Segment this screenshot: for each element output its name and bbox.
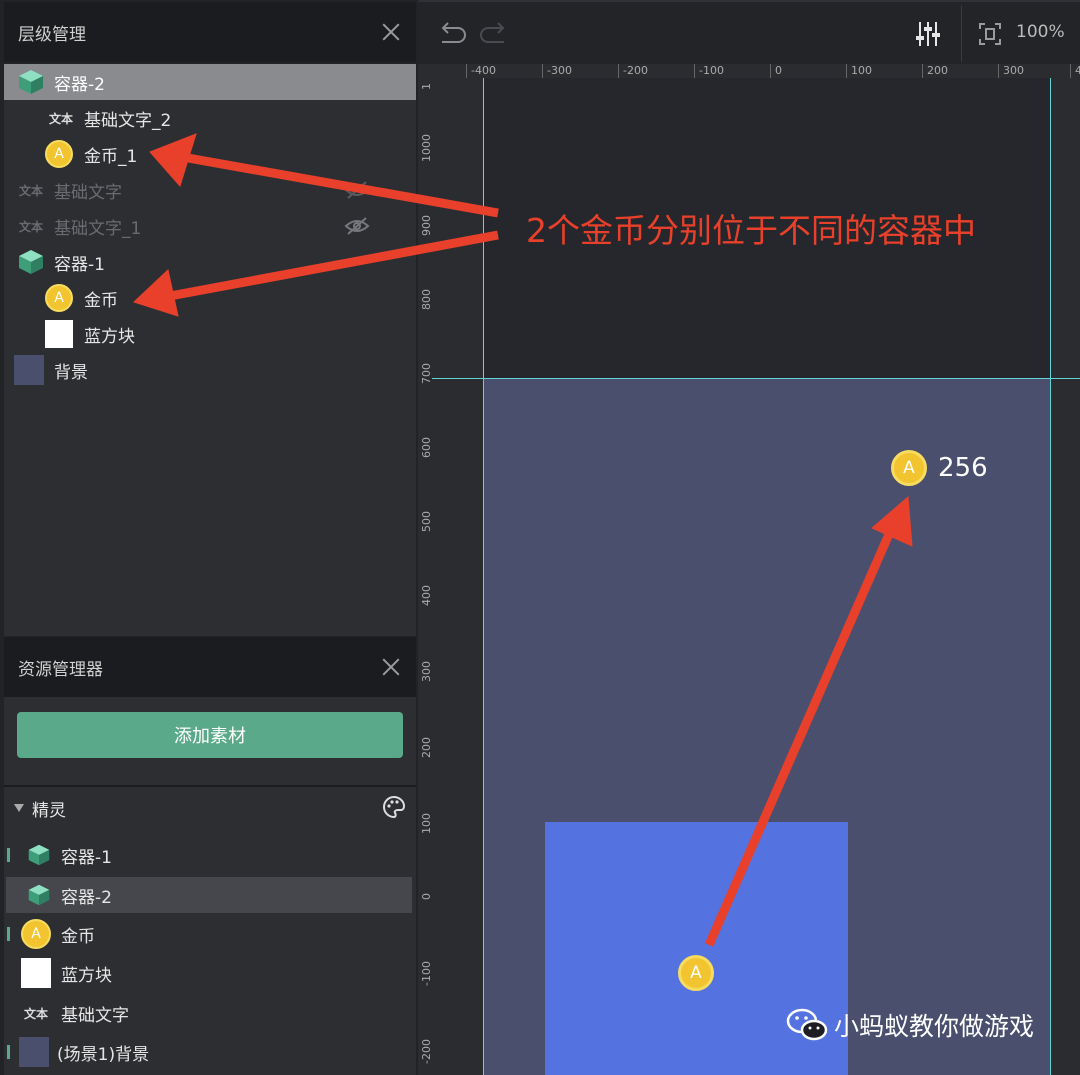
layer-tree: 容器-2 文本 基础文字_2 A 金币_1 文本 基础文字 文本 基础文字_1 (4, 64, 416, 636)
tree-item-label: 基础文字_2 (84, 110, 172, 131)
white-square-icon (45, 320, 73, 348)
container-box-icon (16, 247, 46, 277)
background-square-icon (14, 355, 44, 385)
tree-item-label: 容器-1 (54, 254, 105, 275)
tree-item-container-1[interactable]: 容器-1 (4, 244, 416, 280)
guide-line-vertical[interactable] (1050, 78, 1051, 1075)
asset-label: 金币 (61, 926, 95, 947)
asset-label: 基础文字 (61, 1005, 129, 1026)
ruler-tick: 200 (922, 64, 948, 78)
coin-icon: A (21, 919, 51, 949)
settings-sliders-icon[interactable] (914, 20, 942, 48)
watermark: 小蚂蚁教你做游戏 (786, 1007, 1034, 1043)
coin-icon: A (45, 140, 73, 168)
left-sidebar: 层级管理 容器-2 文本 基础文字_2 A 金币_1 文本 基础文字 文本 基础… (0, 0, 418, 1075)
container-box-icon (24, 880, 54, 910)
asset-panel-header: 资源管理器 (4, 637, 416, 697)
redo-icon[interactable] (480, 20, 510, 48)
layer-panel-header: 层级管理 (4, 2, 416, 62)
tree-item-container-2[interactable]: 容器-2 (4, 64, 416, 100)
used-marker (7, 1045, 10, 1059)
tree-item-label: 金币_1 (84, 146, 138, 167)
tree-item-label: 金币 (84, 290, 118, 311)
horizontal-ruler: -400 -300 -200 -100 0 100 200 300 4 (432, 64, 1080, 78)
text-icon: 文本 (48, 111, 73, 126)
ruler-tick: 100 (846, 64, 872, 78)
asset-panel: 添加素材 精灵 容器-1 容器-2 A 金币 蓝方块 文本 基础文字 (场景1)… (4, 697, 416, 1075)
tree-item-label: 背景 (54, 362, 88, 383)
used-marker (7, 927, 10, 941)
zoom-level[interactable]: 100% (1016, 22, 1065, 42)
eye-hidden-icon[interactable] (344, 217, 370, 235)
asset-item-blue-block[interactable]: 蓝方块 (4, 955, 416, 991)
layer-panel-title: 层级管理 (18, 24, 86, 45)
add-asset-button[interactable]: 添加素材 (17, 712, 403, 758)
close-icon[interactable] (380, 656, 402, 678)
container-box-icon (24, 840, 54, 870)
guide-line-horizontal[interactable] (432, 378, 1080, 379)
ruler-tick: 300 (998, 64, 1024, 78)
text-icon: 文本 (18, 219, 43, 234)
fit-screen-icon[interactable] (978, 22, 1002, 46)
tree-item-text-2[interactable]: 文本 基础文字_2 (4, 100, 416, 136)
tree-item-text-1[interactable]: 文本 基础文字_1 (4, 208, 416, 244)
ruler-tick: -100 (694, 64, 724, 78)
tree-item-coin-1[interactable]: A 金币_1 (4, 136, 416, 172)
asset-panel-title: 资源管理器 (18, 659, 103, 680)
asset-label: 蓝方块 (61, 965, 112, 986)
toolbar-separator (961, 6, 962, 62)
text-icon: 文本 (23, 1006, 48, 1021)
asset-item-text[interactable]: 文本 基础文字 (4, 995, 416, 1031)
eye-hidden-icon[interactable] (344, 181, 370, 199)
tree-item-label: 基础文字 (54, 182, 122, 203)
palette-icon[interactable] (382, 795, 406, 824)
tree-item-label: 容器-2 (54, 74, 105, 95)
score-text[interactable]: 256 (938, 453, 988, 483)
asset-item-coin[interactable]: A 金币 (4, 916, 416, 952)
asset-item-background[interactable]: (场景1)背景 (4, 1034, 416, 1070)
section-label: 精灵 (32, 800, 66, 821)
editor-toolbar: 100% (418, 0, 1080, 64)
coin-icon: A (45, 284, 73, 312)
tree-item-text[interactable]: 文本 基础文字 (4, 172, 416, 208)
chevron-down-icon (14, 804, 24, 812)
asset-label: 容器-1 (61, 847, 112, 868)
tree-item-label: 基础文字_1 (54, 218, 142, 239)
asset-label: 容器-2 (61, 887, 112, 908)
ruler-tick: -300 (542, 64, 572, 78)
container-box-icon (16, 67, 46, 97)
ruler-tick: 0 (770, 64, 782, 78)
ruler-tick: -400 (466, 64, 496, 78)
guide-line-vertical[interactable] (483, 78, 484, 1075)
used-marker (7, 848, 10, 862)
asset-item-container-2[interactable]: 容器-2 (6, 877, 412, 913)
text-icon: 文本 (18, 183, 43, 198)
divider (4, 785, 416, 787)
tree-item-background[interactable]: 背景 (4, 352, 416, 388)
section-sprites[interactable]: 精灵 (4, 793, 416, 823)
wechat-icon (786, 1008, 828, 1041)
tree-item-label: 蓝方块 (84, 326, 135, 347)
white-square-icon (21, 958, 51, 988)
tree-item-coin[interactable]: A 金币 (4, 280, 416, 316)
ruler-tick: 4 (1070, 64, 1080, 78)
annotation-callout: 2个金币分别位于不同的容器中 (526, 211, 976, 250)
watermark-text: 小蚂蚁教你做游戏 (834, 1012, 1035, 1041)
coin-sprite[interactable]: A (678, 955, 714, 991)
undo-icon[interactable] (436, 20, 466, 48)
coin-sprite-1[interactable]: A (891, 450, 927, 486)
ruler-tick: -200 (618, 64, 648, 78)
vertical-ruler: 1 1000 900 800 700 600 500 400 300 200 1… (418, 64, 433, 1075)
asset-label: (场景1)背景 (57, 1044, 150, 1065)
tree-item-blue-block[interactable]: 蓝方块 (4, 316, 416, 352)
asset-item-container-1[interactable]: 容器-1 (4, 837, 416, 873)
background-square-icon (19, 1037, 49, 1067)
close-icon[interactable] (380, 21, 402, 43)
